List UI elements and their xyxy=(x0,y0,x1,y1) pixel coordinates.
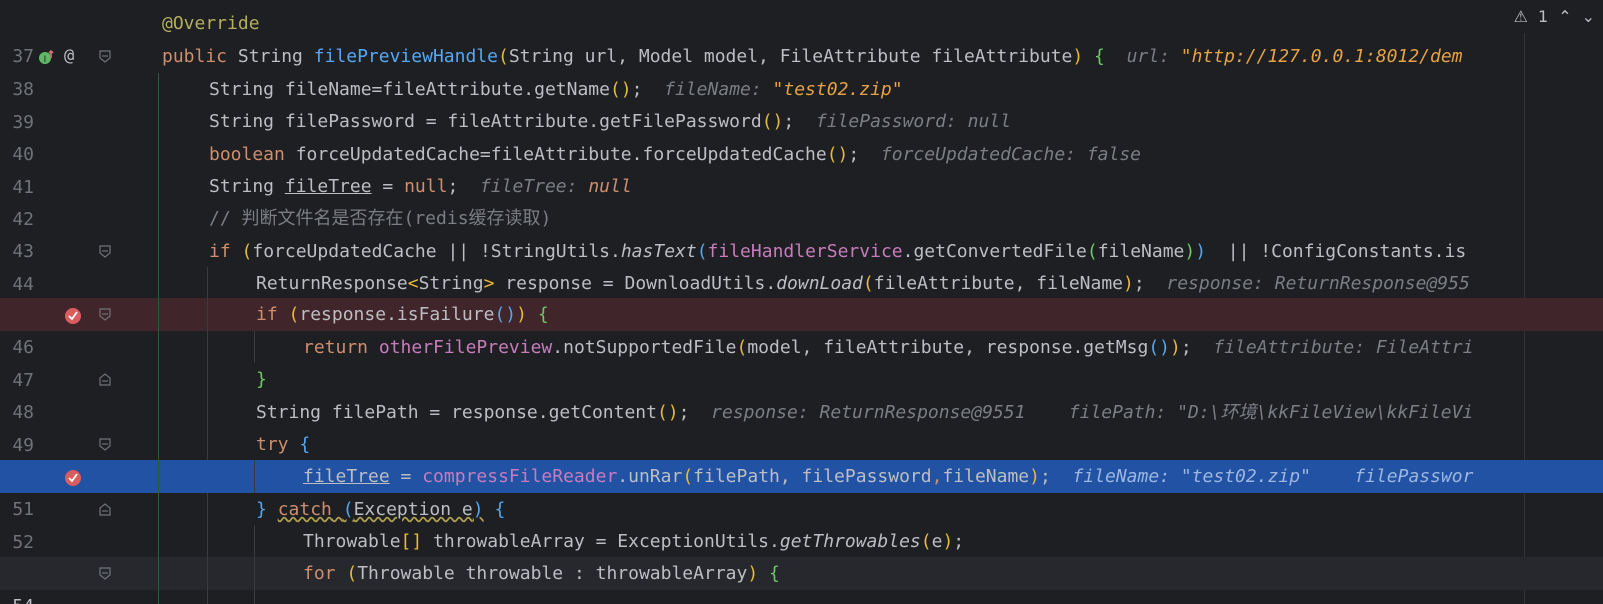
code-line-caret[interactable]: 54 for (Throwable throwable : throwableA… xyxy=(0,557,1603,604)
implements-icon[interactable]: I xyxy=(38,40,56,73)
annotation-at-icon[interactable]: @ xyxy=(64,40,74,73)
line-number: 54 xyxy=(0,590,34,604)
code-line[interactable]: 39 String fileName=fileAttribute.getName… xyxy=(0,73,1603,133)
code-line[interactable]: 37 @Override xyxy=(0,7,1603,67)
line-code[interactable]: Throwable[] throwableArray = ExceptionUt… xyxy=(303,525,964,558)
line-code[interactable]: fileTree = compressFileReader.unRar(file… xyxy=(303,460,1473,493)
code-line[interactable]: 50 try { xyxy=(0,428,1603,488)
line-code[interactable]: if (response.isFailure()) { xyxy=(256,298,549,331)
line-code[interactable]: ReturnResponse<String> response = Downlo… xyxy=(256,267,1470,300)
warning-count: 1 xyxy=(1538,7,1549,26)
code-line[interactable]: 38 I @ public String filePreviewHandle(S… xyxy=(0,40,1603,100)
code-line[interactable]: 49 String filePath = response.getContent… xyxy=(0,396,1603,456)
line-code[interactable]: } catch (Exception e) { xyxy=(256,493,505,526)
line-code[interactable]: boolean forceUpdatedCache=fileAttribute.… xyxy=(209,138,1141,171)
code-line[interactable]: 42 String fileTree = null; fileTree: nul… xyxy=(0,170,1603,230)
chevron-up-icon[interactable]: ⌃ xyxy=(1558,7,1571,26)
line-code[interactable]: String fileTree = null; fileTree: null xyxy=(209,170,632,203)
line-code[interactable]: @Override xyxy=(162,7,260,40)
line-code[interactable]: String filePassword = fileAttribute.getF… xyxy=(209,105,1011,138)
code-editor[interactable]: ⚠ 1 ⌃ ⌄ 37 @Override 38 I @ public Strin… xyxy=(0,0,1603,604)
line-code[interactable]: String filePath = response.getContent();… xyxy=(256,396,1473,429)
indent-guide xyxy=(207,493,208,604)
fold-end-icon[interactable] xyxy=(99,503,111,516)
code-line[interactable]: 47 return otherFilePreview.notSupportedF… xyxy=(0,331,1603,391)
indent-guide xyxy=(254,525,255,604)
line-comment[interactable]: // 判断文件名是否存在(redis缓存读取) xyxy=(209,202,551,235)
breakpoint-icon[interactable] xyxy=(64,298,84,331)
indent-guide xyxy=(254,331,255,363)
indent-guide xyxy=(207,267,208,460)
line-code[interactable]: } xyxy=(256,363,267,396)
line-code[interactable]: try { xyxy=(256,428,310,461)
breakpoint-icon[interactable] xyxy=(64,460,84,493)
code-line[interactable]: 40 String filePassword = fileAttribute.g… xyxy=(0,105,1603,165)
fold-end-icon[interactable] xyxy=(99,373,111,386)
inspection-widget: ⚠ 1 ⌃ ⌄ xyxy=(1513,0,1603,33)
code-line[interactable]: 43 // 判断文件名是否存在(redis缓存读取) xyxy=(0,202,1603,262)
code-line[interactable]: 45 ReturnResponse<String> response = Dow… xyxy=(0,267,1603,327)
indent-guide xyxy=(254,460,255,493)
fold-icon[interactable] xyxy=(99,245,111,258)
svg-text:I: I xyxy=(44,55,47,65)
line-code[interactable]: return otherFilePreview.notSupportedFile… xyxy=(303,331,1473,364)
code-line-breakpoint[interactable]: 46 if (response.isFailure()) { xyxy=(0,298,1603,358)
line-code[interactable]: for (Throwable throwable : throwableArra… xyxy=(303,557,780,590)
fold-icon[interactable] xyxy=(99,567,111,580)
code-line-current[interactable]: 51 fileTree = compressFileReader.unRar(f… xyxy=(0,460,1603,520)
fold-icon[interactable] xyxy=(99,438,111,451)
code-line[interactable]: 41 boolean forceUpdatedCache=fileAttribu… xyxy=(0,138,1603,198)
code-line[interactable]: 53 Throwable[] throwableArray = Exceptio… xyxy=(0,525,1603,585)
fold-icon[interactable] xyxy=(99,50,111,63)
code-line[interactable]: 52 } catch (Exception e) { xyxy=(0,493,1603,553)
indent-guide xyxy=(158,73,159,604)
warning-icon[interactable]: ⚠ xyxy=(1514,7,1528,26)
code-line[interactable]: 44 if (forceUpdatedCache || !StringUtils… xyxy=(0,235,1603,295)
line-code[interactable]: if (forceUpdatedCache || !StringUtils.ha… xyxy=(209,235,1466,268)
line-code[interactable]: public String filePreviewHandle(String u… xyxy=(162,40,1463,73)
fold-icon[interactable] xyxy=(99,308,111,321)
code-line[interactable]: 48 } xyxy=(0,363,1603,423)
line-code[interactable]: String fileName=fileAttribute.getName();… xyxy=(209,73,903,106)
chevron-down-icon[interactable]: ⌄ xyxy=(1582,7,1595,26)
